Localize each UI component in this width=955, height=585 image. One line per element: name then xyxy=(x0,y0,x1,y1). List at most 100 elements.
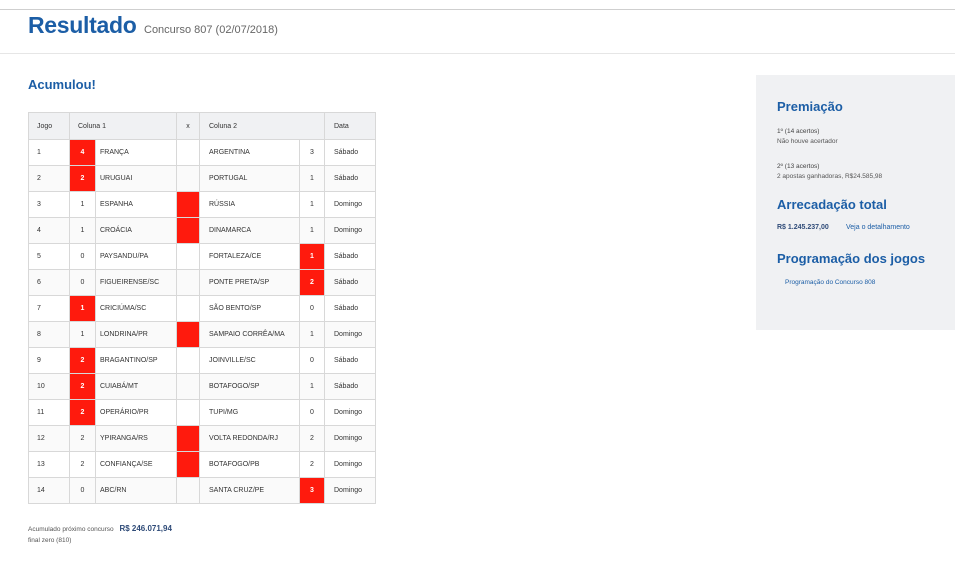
draw-mark xyxy=(176,139,200,166)
home-team: BRAGANTINO/SP xyxy=(95,347,177,374)
accumulated-next: Acumulado próximo concurso R$ 246.071,94 xyxy=(28,524,172,533)
table-header-row: Jogo Coluna 1 x Coluna 2 Data xyxy=(28,112,376,140)
away-goals: 1 xyxy=(299,165,325,192)
away-team: SÃO BENTO/SP xyxy=(199,295,300,322)
prize1-label: 1º (14 acertos) xyxy=(777,128,820,135)
away-goals: 1 xyxy=(299,373,325,400)
table-row: 3 1 ESPANHA RÚSSIA 1 Domingo xyxy=(28,191,376,218)
home-goals: 1 xyxy=(69,191,96,218)
draw-mark xyxy=(176,295,200,322)
match-day: Domingo xyxy=(324,451,376,478)
draw-mark xyxy=(176,243,200,270)
page-subtitle: Concurso 807 (02/07/2018) xyxy=(144,24,278,36)
away-team: ARGENTINA xyxy=(199,139,300,166)
home-goals: 0 xyxy=(69,243,96,270)
home-team: FRANÇA xyxy=(95,139,177,166)
home-goals: 2 xyxy=(69,165,96,192)
sidebar-panel: Premiação 1º (14 acertos) Não houve acer… xyxy=(756,75,955,330)
away-team: VOLTA REDONDA/RJ xyxy=(199,425,300,452)
away-goals: 3 xyxy=(299,477,325,504)
match-day: Domingo xyxy=(324,191,376,218)
table-row: 9 2 BRAGANTINO/SP JOINVILLE/SC 0 Sábado xyxy=(28,347,376,374)
away-goals: 1 xyxy=(299,217,325,244)
header-coluna-2: Coluna 2 xyxy=(199,112,325,140)
header-data: Data xyxy=(324,112,376,140)
game-number: 6 xyxy=(28,269,70,296)
table-row: 8 1 LONDRINA/PR SAMPAIO CORRÊA/MA 1 Domingo xyxy=(28,321,376,348)
away-team: BOTAFOGO/PB xyxy=(199,451,300,478)
game-number: 4 xyxy=(28,217,70,244)
game-number: 14 xyxy=(28,477,70,504)
detalhamento-link[interactable]: Veja o detalhamento xyxy=(846,224,910,231)
arrecadacao-value: R$ 1.245.237,00 xyxy=(777,224,829,231)
home-goals: 1 xyxy=(69,295,96,322)
away-goals: 1 xyxy=(299,191,325,218)
table-row: 14 0 ABC/RN SANTA CRUZ/PE 3 Domingo xyxy=(28,477,376,504)
draw-mark xyxy=(176,373,200,400)
home-goals: 4 xyxy=(69,139,96,166)
away-team: JOINVILLE/SC xyxy=(199,347,300,374)
accumulated-value: R$ 246.071,94 xyxy=(119,524,172,533)
home-team: YPIRANGA/RS xyxy=(95,425,177,452)
match-day: Sábado xyxy=(324,139,376,166)
game-number: 9 xyxy=(28,347,70,374)
page-title: Resultado xyxy=(28,12,137,38)
home-goals: 2 xyxy=(69,425,96,452)
away-team: SANTA CRUZ/PE xyxy=(199,477,300,504)
home-team: FIGUEIRENSE/SC xyxy=(95,269,177,296)
game-number: 11 xyxy=(28,399,70,426)
away-team: PONTE PRETA/SP xyxy=(199,269,300,296)
prize2-text: 2 apostas ganhadoras, R$24.585,98 xyxy=(777,173,883,180)
draw-mark xyxy=(176,269,200,296)
away-goals: 2 xyxy=(299,269,325,296)
table-row: 13 2 CONFIANÇA/SE BOTAFOGO/PB 2 Domingo xyxy=(28,451,376,478)
match-day: Domingo xyxy=(324,425,376,452)
prize2-label: 2º (13 acertos) xyxy=(777,163,820,170)
home-team: CUIABÁ/MT xyxy=(95,373,177,400)
home-goals: 0 xyxy=(69,269,96,296)
home-team: PAYSANDU/PA xyxy=(95,243,177,270)
programacao-link[interactable]: Programação do Concurso 808 xyxy=(785,279,875,286)
draw-mark xyxy=(176,191,200,218)
game-number: 2 xyxy=(28,165,70,192)
header-jogo: Jogo xyxy=(28,112,70,140)
away-team: SAMPAIO CORRÊA/MA xyxy=(199,321,300,348)
results-table: Jogo Coluna 1 x Coluna 2 Data 1 4 FRANÇA AR… xyxy=(28,112,376,504)
game-number: 7 xyxy=(28,295,70,322)
away-goals: 2 xyxy=(299,451,325,478)
table-row: 10 2 CUIABÁ/MT BOTAFOGO/SP 1 Sábado xyxy=(28,373,376,400)
away-team: DINAMARCA xyxy=(199,217,300,244)
home-goals: 2 xyxy=(69,347,96,374)
draw-mark xyxy=(176,347,200,374)
premiacao-heading: Premiação xyxy=(777,99,843,114)
home-goals: 0 xyxy=(69,477,96,504)
away-team: RÚSSIA xyxy=(199,191,300,218)
home-team: CONFIANÇA/SE xyxy=(95,451,177,478)
table-row: 5 0 PAYSANDU/PA FORTALEZA/CE 1 Sábado xyxy=(28,243,376,270)
final-zero-note: final zero (810) xyxy=(28,537,72,544)
away-goals: 0 xyxy=(299,295,325,322)
away-goals: 2 xyxy=(299,425,325,452)
away-team: PORTUGAL xyxy=(199,165,300,192)
match-day: Sábado xyxy=(324,347,376,374)
header-divider xyxy=(0,53,955,54)
game-number: 5 xyxy=(28,243,70,270)
match-day: Sábado xyxy=(324,243,376,270)
header-x: x xyxy=(176,112,200,140)
away-goals: 1 xyxy=(299,321,325,348)
away-team: BOTAFOGO/SP xyxy=(199,373,300,400)
table-row: 4 1 CROÁCIA DINAMARCA 1 Domingo xyxy=(28,217,376,244)
away-team: TUPI/MG xyxy=(199,399,300,426)
arrecadacao-heading: Arrecadação total xyxy=(777,197,887,212)
away-goals: 0 xyxy=(299,347,325,374)
away-goals: 1 xyxy=(299,243,325,270)
draw-mark xyxy=(176,451,200,478)
game-number: 3 xyxy=(28,191,70,218)
home-goals: 2 xyxy=(69,399,96,426)
away-goals: 3 xyxy=(299,139,325,166)
home-team: OPERÁRIO/PR xyxy=(95,399,177,426)
table-row: 7 1 CRICIÚMA/SC SÃO BENTO/SP 0 Sábado xyxy=(28,295,376,322)
status-heading: Acumulou! xyxy=(28,77,96,92)
draw-mark xyxy=(176,399,200,426)
home-team: URUGUAI xyxy=(95,165,177,192)
